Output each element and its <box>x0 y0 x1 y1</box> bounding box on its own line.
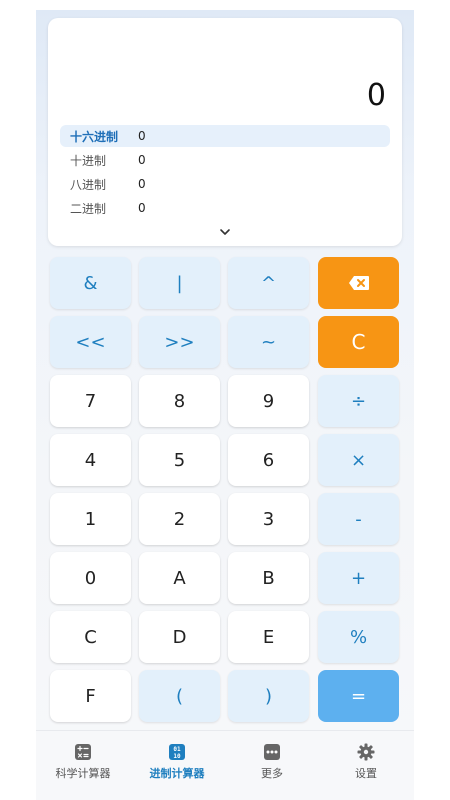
digit-7-button[interactable]: 7 <box>50 375 131 427</box>
digit-0-button[interactable]: 0 <box>50 552 131 604</box>
nav-label: 科学计算器 <box>55 767 111 780</box>
right-paren-button[interactable]: ) <box>228 670 309 722</box>
divide-button[interactable]: ÷ <box>318 375 399 427</box>
xor-button[interactable]: ^ <box>228 257 309 309</box>
base-value: 0 <box>138 177 146 191</box>
app-container: 0 十六进制 0 十进制 0 八进制 0 二进制 0 & | ^ << >> ~ <box>36 10 414 800</box>
bottom-nav: 科学计算器 01 10 进制计算器 更多 设置 <box>36 730 414 800</box>
digit-6-button[interactable]: 6 <box>228 434 309 486</box>
clear-button[interactable]: C <box>318 316 399 368</box>
gear-icon <box>357 743 375 761</box>
chevron-down-icon[interactable] <box>219 226 231 238</box>
multiply-button[interactable]: × <box>318 434 399 486</box>
nav-label: 更多 <box>261 767 283 780</box>
hex-e-button[interactable]: E <box>228 611 309 663</box>
base-row-oct[interactable]: 八进制 0 <box>60 173 390 195</box>
modulo-button[interactable]: % <box>318 611 399 663</box>
base-label: 二进制 <box>70 201 107 216</box>
nav-label: 进制计算器 <box>149 767 205 780</box>
backspace-button[interactable] <box>318 257 399 309</box>
calculator-icon <box>75 744 91 760</box>
hex-b-button[interactable]: B <box>228 552 309 604</box>
equals-button[interactable]: = <box>318 670 399 722</box>
digit-1-button[interactable]: 1 <box>50 493 131 545</box>
base-label: 十进制 <box>70 153 107 168</box>
more-icon <box>264 744 280 760</box>
digit-8-button[interactable]: 8 <box>139 375 220 427</box>
left-shift-button[interactable]: << <box>50 316 131 368</box>
digit-5-button[interactable]: 5 <box>139 434 220 486</box>
base-label: 十六进制 <box>70 129 119 144</box>
nav-label: 设置 <box>355 767 377 780</box>
base-label: 八进制 <box>70 177 107 192</box>
nav-scientific-calculator[interactable]: 科学计算器 <box>36 743 130 781</box>
subtract-button[interactable]: - <box>318 493 399 545</box>
not-button[interactable]: ~ <box>228 316 309 368</box>
hex-d-button[interactable]: D <box>139 611 220 663</box>
main-display-value: 0 <box>366 78 386 113</box>
binary-icon: 01 10 <box>169 744 185 760</box>
base-row-hex[interactable]: 十六进制 0 <box>60 125 390 147</box>
svg-text:01: 01 <box>173 746 181 753</box>
base-value: 0 <box>138 201 146 215</box>
base-row-dec[interactable]: 十进制 0 <box>60 149 390 171</box>
hex-f-button[interactable]: F <box>50 670 131 722</box>
base-row-bin[interactable]: 二进制 0 <box>60 197 390 219</box>
base-value: 0 <box>138 153 146 167</box>
base-value: 0 <box>138 129 146 143</box>
digit-3-button[interactable]: 3 <box>228 493 309 545</box>
or-button[interactable]: | <box>139 257 220 309</box>
nav-settings[interactable]: 设置 <box>319 743 413 781</box>
digit-9-button[interactable]: 9 <box>228 375 309 427</box>
nav-more[interactable]: 更多 <box>225 743 319 781</box>
right-shift-button[interactable]: >> <box>139 316 220 368</box>
nav-base-calculator[interactable]: 01 10 进制计算器 <box>130 743 224 781</box>
digit-2-button[interactable]: 2 <box>139 493 220 545</box>
hex-a-button[interactable]: A <box>139 552 220 604</box>
hex-c-button[interactable]: C <box>50 611 131 663</box>
add-button[interactable]: + <box>318 552 399 604</box>
backspace-icon <box>348 276 369 290</box>
svg-text:10: 10 <box>173 753 181 760</box>
and-button[interactable]: & <box>50 257 131 309</box>
display-panel: 0 十六进制 0 十进制 0 八进制 0 二进制 0 <box>48 18 402 246</box>
left-paren-button[interactable]: ( <box>139 670 220 722</box>
digit-4-button[interactable]: 4 <box>50 434 131 486</box>
